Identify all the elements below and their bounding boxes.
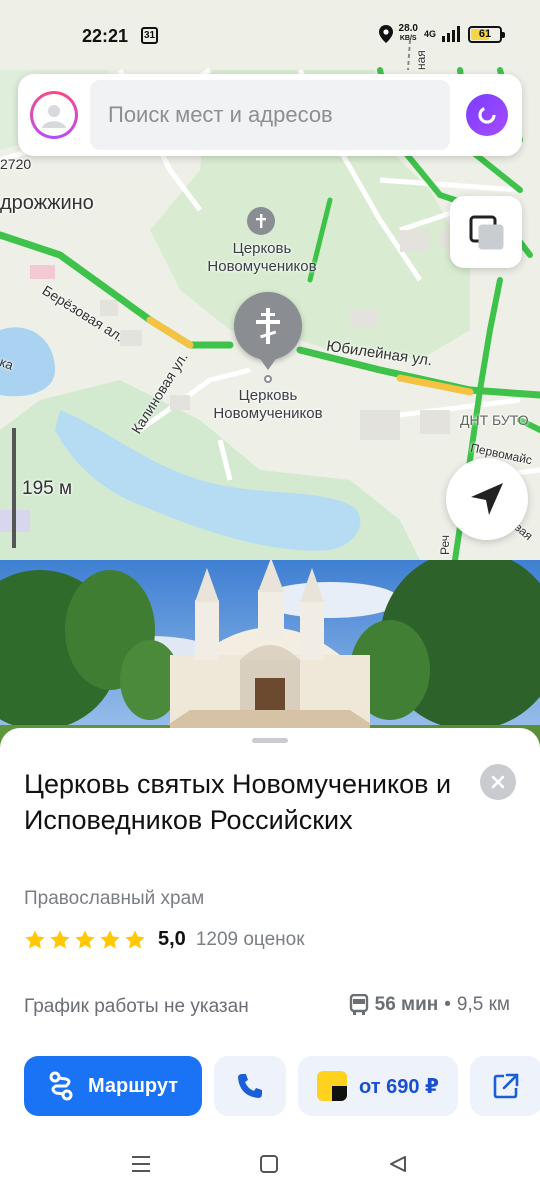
selected-place-pin[interactable] bbox=[234, 292, 302, 370]
back-icon bbox=[390, 1156, 406, 1172]
pin-location-dot bbox=[264, 375, 272, 383]
map-village-label: дрожжино bbox=[0, 192, 94, 214]
route-button[interactable]: Маршрут bbox=[24, 1056, 202, 1116]
alice-icon bbox=[478, 106, 496, 124]
map-view[interactable]: 22:21 31 28.0 KB/S 4G 61 Поиск мест и ад… bbox=[0, 0, 540, 560]
rating-value: 5,0 bbox=[158, 928, 186, 950]
system-nav-bar bbox=[0, 1130, 540, 1200]
calendar-icon: 31 bbox=[141, 27, 158, 44]
taxi-price: от 690 ₽ bbox=[359, 1075, 439, 1098]
street-vertical: ная bbox=[414, 50, 428, 70]
star-icon bbox=[75, 929, 95, 949]
layers-icon bbox=[469, 215, 504, 250]
layers-button[interactable] bbox=[450, 196, 522, 268]
menu-nav-button[interactable] bbox=[130, 1154, 152, 1179]
menu-icon bbox=[132, 1156, 150, 1172]
avatar[interactable] bbox=[30, 91, 78, 139]
call-button[interactable] bbox=[214, 1056, 286, 1116]
orthodox-cross-icon bbox=[256, 308, 280, 344]
scale-bar bbox=[12, 428, 16, 548]
scale-label: 195 м bbox=[22, 478, 73, 499]
poi-label-pin-line1: Церковь bbox=[238, 387, 298, 404]
transit-distance: 9,5 км bbox=[456, 994, 510, 1015]
rating-count: 1209 оценок bbox=[195, 928, 305, 950]
search-bar: Поиск мест и адресов bbox=[18, 74, 522, 156]
transit-duration: 56 мин bbox=[374, 994, 439, 1015]
home-icon bbox=[260, 1155, 278, 1173]
taxi-button[interactable]: от 690 ₽ bbox=[298, 1056, 458, 1116]
church-poi-marker[interactable] bbox=[247, 207, 275, 235]
transit-info: 56 мин • 9,5 км bbox=[349, 994, 510, 1016]
star-icon bbox=[125, 929, 145, 949]
share-button[interactable] bbox=[470, 1056, 540, 1116]
status-time: 22:21 bbox=[82, 26, 129, 46]
working-hours: График работы не указан bbox=[24, 996, 249, 1017]
map-number-label: 2720 bbox=[0, 156, 32, 172]
share-icon bbox=[493, 1073, 519, 1099]
my-location-button[interactable] bbox=[446, 458, 528, 540]
poi-label-top: Церковь Новомучеников bbox=[190, 240, 334, 276]
place-card-sheet[interactable]: Церковь святых Новомучеников и Исповедни… bbox=[0, 728, 540, 1128]
battery-icon: 61 bbox=[468, 25, 505, 43]
place-title: Церковь святых Новомучеников и Исповедни… bbox=[24, 769, 452, 835]
star-icon bbox=[25, 929, 45, 949]
search-input[interactable]: Поиск мест и адресов bbox=[90, 80, 450, 150]
network-speed: 28.0 KB/S bbox=[399, 24, 418, 44]
navigation-arrow-icon bbox=[471, 483, 503, 515]
taxi-icon bbox=[317, 1071, 348, 1101]
alice-voice-button[interactable] bbox=[466, 94, 508, 136]
status-indicators: 28.0 KB/S 4G 61 bbox=[378, 24, 505, 44]
speed-value: 28.0 bbox=[398, 23, 418, 34]
user-icon bbox=[42, 105, 66, 128]
back-nav-button[interactable] bbox=[388, 1154, 408, 1179]
battery-level: 61 bbox=[478, 27, 492, 40]
poi-label-top-line2: Новомучеников bbox=[207, 258, 317, 275]
bus-icon bbox=[349, 994, 368, 1015]
sheet-grabber[interactable] bbox=[252, 738, 288, 743]
speed-unit: KB/S bbox=[399, 35, 417, 42]
route-button-label: Маршрут bbox=[87, 1074, 179, 1097]
cross-icon bbox=[256, 214, 266, 228]
close-icon bbox=[491, 775, 505, 789]
close-button[interactable] bbox=[480, 764, 516, 800]
star-icon bbox=[100, 929, 120, 949]
place-category: Православный храм bbox=[24, 888, 205, 909]
poi-label-pin: Церковь Новомучеников bbox=[196, 387, 340, 423]
route-icon bbox=[49, 1071, 73, 1101]
street-rech: Реч bbox=[438, 534, 452, 555]
star-icon bbox=[50, 929, 70, 949]
home-nav-button[interactable] bbox=[259, 1154, 279, 1179]
network-type: 4G bbox=[423, 28, 436, 39]
phone-icon bbox=[238, 1074, 262, 1098]
rating-stars bbox=[24, 929, 146, 951]
map-dnt-label: ДНТ БУТО bbox=[460, 412, 529, 428]
location-icon bbox=[378, 25, 393, 43]
poi-label-top-line1: Церковь bbox=[232, 240, 292, 257]
transit-separator: • bbox=[444, 994, 451, 1015]
poi-label-pin-line2: Новомучеников bbox=[213, 405, 323, 422]
signal-icon bbox=[442, 26, 460, 42]
status-bar: 22:21 31 28.0 KB/S 4G 61 bbox=[0, 0, 540, 70]
place-rating[interactable]: 5,0 1209 оценок bbox=[24, 928, 305, 951]
action-buttons: Маршрут от 690 ₽ bbox=[24, 1056, 540, 1116]
